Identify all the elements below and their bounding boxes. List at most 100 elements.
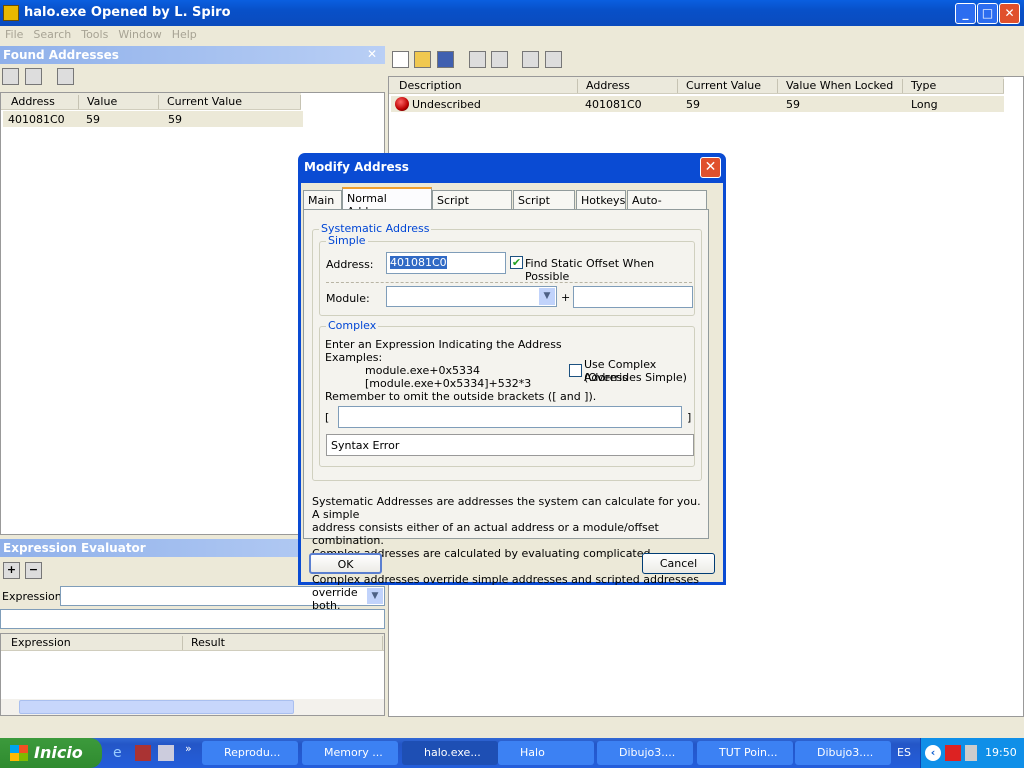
chevron-right-icon[interactable]: » xyxy=(185,742,192,755)
language-indicator[interactable]: ES xyxy=(897,746,911,759)
syntax-status-field: Syntax Error xyxy=(326,434,694,456)
maximize-button[interactable]: □ xyxy=(977,3,998,24)
taskbar: Inicio e » Reprodu... Memory ... halo.ex… xyxy=(0,738,1024,768)
task-dibujo3-a[interactable]: Dibujo3.... xyxy=(597,741,693,765)
use-complex-checkbox[interactable] xyxy=(569,364,582,377)
menu-search[interactable]: Search xyxy=(28,26,76,43)
task-tut-poin[interactable]: TUT Poin... xyxy=(697,741,793,765)
open-icon[interactable] xyxy=(414,51,431,68)
system-tray: ‹ 19:50 xyxy=(920,738,1024,768)
lock-icon[interactable] xyxy=(522,51,539,68)
address-input[interactable]: 401081C0 xyxy=(386,252,506,274)
task-dibujo3-b[interactable]: Dibujo3.... xyxy=(795,741,891,765)
tab-hotkeys[interactable]: Hotkeys xyxy=(576,190,626,209)
description-line: address consists either of an actual add… xyxy=(312,521,659,547)
found-addresses-header: Found Addresses ✕ xyxy=(0,46,385,64)
search-advanced-icon[interactable] xyxy=(25,68,42,85)
cancel-button[interactable]: Cancel xyxy=(642,553,715,574)
horizontal-scrollbar[interactable] xyxy=(1,699,384,715)
add-to-list-icon[interactable] xyxy=(57,68,74,85)
offset-input[interactable] xyxy=(573,286,693,308)
simple-label: Simple xyxy=(326,234,368,247)
minimize-button[interactable]: _ xyxy=(955,3,976,24)
save-icon[interactable] xyxy=(437,51,454,68)
find-static-label: Find Static Offset When Possible xyxy=(525,257,655,283)
divider xyxy=(326,282,692,283)
dialog-title: Modify Address xyxy=(304,160,409,174)
column-expression[interactable]: Expression xyxy=(3,636,183,650)
expression-list[interactable]: Expression Result xyxy=(0,633,385,716)
chevron-left-icon[interactable]: ‹ xyxy=(925,745,941,761)
search-icon[interactable] xyxy=(2,68,19,85)
tab-panel: Systematic Address Simple Address: 40108… xyxy=(303,209,709,612)
window-title: halo.exe Opened by L. Spiro xyxy=(24,5,231,20)
new-icon[interactable] xyxy=(392,51,409,68)
close-button[interactable]: ✕ xyxy=(999,3,1020,24)
tab-auto-assemble[interactable]: Auto-Assemble xyxy=(627,190,707,220)
column-current-value[interactable]: Current Value xyxy=(159,95,301,109)
app-quicklaunch-icon[interactable] xyxy=(135,745,151,761)
task-halo-exe[interactable]: halo.exe... xyxy=(402,741,498,765)
task-media-player[interactable]: Reprodu... xyxy=(202,741,298,765)
minus-icon[interactable]: − xyxy=(25,562,42,579)
table-row[interactable]: Undescribed 401081C0 59 59 Long xyxy=(391,96,1004,112)
clear-icon[interactable] xyxy=(491,51,508,68)
tab-script-lock[interactable]: Script Lock xyxy=(513,190,575,220)
module-combo[interactable]: ▼ xyxy=(386,286,557,307)
task-memory[interactable]: Memory ... xyxy=(302,741,398,765)
column-type[interactable]: Type xyxy=(903,79,1004,93)
tab-script-address[interactable]: Script Address xyxy=(432,190,512,220)
user-icon[interactable] xyxy=(965,745,977,761)
complex-label: Complex xyxy=(326,319,379,332)
menu-bar: File Search Tools Window Help xyxy=(0,26,1024,44)
tab-normal-address[interactable]: Normal Address xyxy=(342,187,432,218)
ie-icon[interactable]: e xyxy=(113,745,129,761)
cell: 59 xyxy=(686,98,700,111)
examples-label: Examples: xyxy=(325,351,383,364)
chevron-down-icon[interactable]: ▼ xyxy=(539,288,555,305)
evaluator-title: Expression Evaluator xyxy=(3,541,146,555)
menu-file[interactable]: File xyxy=(0,26,28,43)
complex-instructions: Enter an Expression Indicating the Addre… xyxy=(325,338,562,351)
menu-window[interactable]: Window xyxy=(113,26,166,43)
title-bar: halo.exe Opened by L. Spiro _ □ ✕ xyxy=(0,0,1024,26)
task-halo[interactable]: Halo xyxy=(498,741,594,765)
column-current-value[interactable]: Current Value xyxy=(678,79,778,93)
quicklaunch-icon[interactable] xyxy=(158,745,174,761)
syntax-status: Syntax Error xyxy=(331,439,400,452)
column-address[interactable]: Address xyxy=(3,95,79,109)
unlock-icon[interactable] xyxy=(545,51,562,68)
cell: Long xyxy=(911,98,938,111)
address-label: Address: xyxy=(326,258,374,271)
expression-result-field[interactable] xyxy=(0,609,385,629)
table-row[interactable]: 401081C0 59 59 xyxy=(3,111,303,127)
cell: Undescribed xyxy=(412,98,481,111)
column-description[interactable]: Description xyxy=(391,79,578,93)
menu-help[interactable]: Help xyxy=(167,26,202,43)
close-icon[interactable]: ✕ xyxy=(367,47,377,61)
delete-icon[interactable] xyxy=(469,51,486,68)
column-value-when-locked[interactable]: Value When Locked xyxy=(778,79,903,93)
start-label: Inicio xyxy=(34,743,83,762)
column-result[interactable]: Result xyxy=(183,636,383,650)
menu-tools[interactable]: Tools xyxy=(76,26,113,43)
find-static-checkbox[interactable]: ✔ xyxy=(510,256,523,269)
column-address[interactable]: Address xyxy=(578,79,678,93)
complex-expression-input[interactable] xyxy=(338,406,682,428)
column-value[interactable]: Value xyxy=(79,95,159,109)
brackets-note: Remember to omit the outside brackets ([… xyxy=(325,390,597,403)
list-header: Address Value Current Value xyxy=(1,93,301,110)
start-button[interactable]: Inicio xyxy=(0,738,102,768)
scrollbar-thumb[interactable] xyxy=(19,700,294,714)
dialog-close-button[interactable]: ✕ xyxy=(700,157,721,178)
plus-icon[interactable]: + xyxy=(3,562,20,579)
cell: 59 xyxy=(168,113,182,126)
locked-toolbar xyxy=(388,46,1024,72)
clock[interactable]: 19:50 xyxy=(985,746,1017,759)
tab-main[interactable]: Main xyxy=(303,190,342,209)
locked-status-icon[interactable] xyxy=(395,97,409,111)
tray-app-icon[interactable] xyxy=(945,745,961,761)
description-line: Complex addresses override simple addres… xyxy=(312,573,699,599)
ok-button[interactable]: OK xyxy=(309,553,382,574)
found-addresses-title: Found Addresses xyxy=(3,48,119,62)
